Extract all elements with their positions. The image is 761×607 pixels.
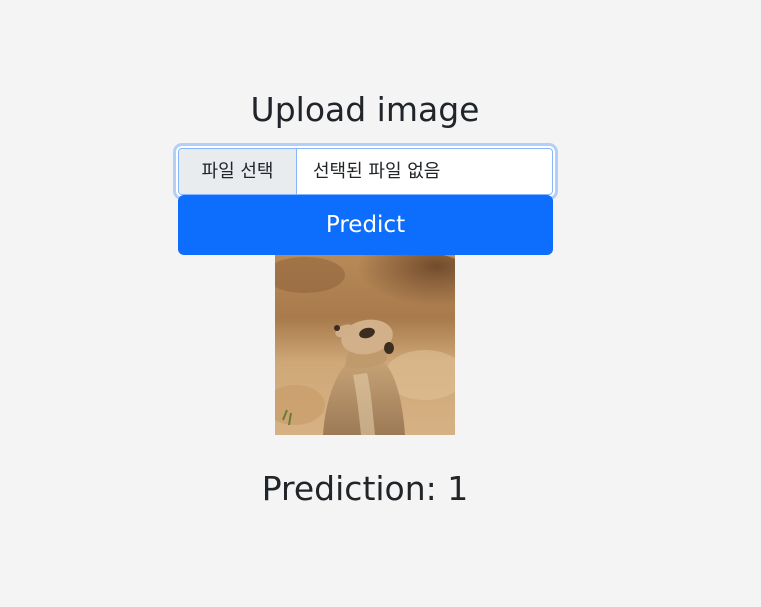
page-title: Upload image <box>250 90 480 129</box>
file-name-status: 선택된 파일 없음 <box>313 161 441 182</box>
file-input-frame: 파일 선택 선택된 파일 없음 <box>178 148 553 195</box>
file-input[interactable]: 파일 선택 선택된 파일 없음 <box>176 146 555 197</box>
choose-file-button[interactable]: 파일 선택 <box>179 149 297 194</box>
predict-button[interactable]: Predict <box>178 195 553 255</box>
page: Upload image 파일 선택 선택된 파일 없음 Predict Pre… <box>0 0 761 607</box>
prediction-result: Prediction: 1 <box>261 469 469 508</box>
uploaded-image-meerkat <box>275 255 455 435</box>
